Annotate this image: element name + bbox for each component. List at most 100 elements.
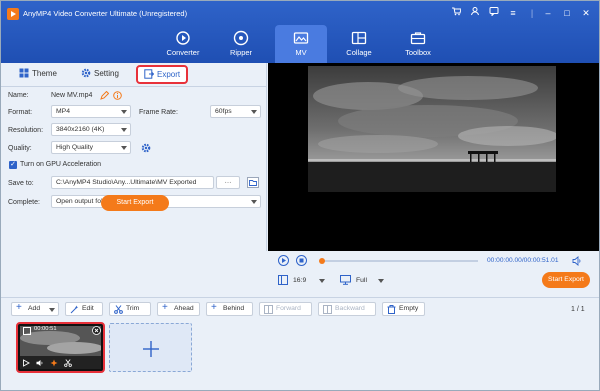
complete-label: Complete: xyxy=(8,199,40,206)
plus-icon: + xyxy=(162,302,168,313)
open-folder-icon[interactable] xyxy=(247,177,259,188)
tab-setting[interactable]: Setting xyxy=(81,68,119,83)
scissors-icon[interactable] xyxy=(64,359,72,367)
user-icon[interactable] xyxy=(468,6,482,20)
view-mode-value[interactable]: Full xyxy=(356,277,367,284)
stop-button[interactable] xyxy=(296,255,307,266)
aspect-ratio-icon xyxy=(278,275,288,285)
save-to-value: C:\AnyMP4 Studio\Any...Ultimate\MV Expor… xyxy=(56,179,197,186)
clip-toolbar: + Add Edit Trim + Ahead + Behind Forward Ba… xyxy=(1,297,599,319)
quality-select[interactable]: High Quality xyxy=(51,141,131,154)
nav-mv[interactable]: MV xyxy=(275,25,327,63)
clip-item[interactable]: 00:00:51 xyxy=(16,322,105,373)
name-value: New MV.mp4 xyxy=(51,92,93,99)
save-to-field[interactable]: C:\AnyMP4 Studio\Any...Ultimate\MV Expor… xyxy=(51,176,214,189)
backward-button[interactable]: Backward xyxy=(318,302,376,316)
gpu-label: Turn on GPU Acceleration xyxy=(20,161,102,168)
monitor-icon xyxy=(340,275,351,285)
volume-icon[interactable] xyxy=(572,256,582,266)
slider-knob[interactable] xyxy=(319,258,325,264)
export-icon xyxy=(144,69,154,79)
maximize-icon[interactable]: □ xyxy=(560,6,574,20)
gpu-checkbox[interactable]: ✓ xyxy=(9,161,17,169)
nav-label: Toolbox xyxy=(405,48,431,57)
nav-label: Converter xyxy=(166,48,200,57)
resolution-label: Resolution: xyxy=(8,127,44,134)
mv-icon xyxy=(293,32,309,44)
tab-export[interactable]: Export xyxy=(136,65,189,84)
nav-converter[interactable]: Converter xyxy=(157,25,209,63)
volume-icon[interactable] xyxy=(36,359,44,367)
play-icon[interactable] xyxy=(22,359,30,367)
add-button[interactable]: + Add xyxy=(11,302,59,316)
nav-ripper[interactable]: Ripper xyxy=(215,25,267,63)
tab-theme[interactable]: Theme xyxy=(19,68,57,83)
effect-icon[interactable] xyxy=(50,359,58,367)
format-label: Format: xyxy=(8,109,33,116)
info-icon[interactable] xyxy=(113,91,122,100)
format-select[interactable]: MP4 xyxy=(51,105,131,118)
name-label: Name: xyxy=(8,92,29,99)
remove-clip-icon[interactable] xyxy=(92,326,101,335)
tab-label: Theme xyxy=(32,69,57,78)
clip-thumbnail xyxy=(20,326,101,369)
tab-label: Export xyxy=(157,70,181,79)
forward-label: Forward xyxy=(276,305,301,312)
close-icon[interactable]: ✕ xyxy=(579,6,593,20)
forward-button[interactable]: Forward xyxy=(259,302,312,316)
scissors-icon xyxy=(114,305,123,314)
quality-label: Quality: xyxy=(8,145,32,152)
settings-panel: Theme Setting Export Name: New MV.mp4 Fo… xyxy=(1,63,267,251)
ahead-button[interactable]: + Ahead xyxy=(157,302,200,316)
chevron-down-icon[interactable] xyxy=(319,279,325,283)
plus-icon: + xyxy=(211,302,217,313)
stop-icon xyxy=(299,258,304,263)
aspect-value[interactable]: 16:9 xyxy=(293,277,306,284)
frame-rate-value: 60fps xyxy=(215,108,232,115)
chevron-down-icon xyxy=(121,128,127,132)
chevron-down-icon xyxy=(121,146,127,150)
quality-settings-icon[interactable] xyxy=(141,143,151,153)
window-title: AnyMP4 Video Converter Ultimate (Unregis… xyxy=(23,9,188,18)
empty-label: Empty xyxy=(399,305,419,312)
edit-label: Edit xyxy=(82,305,94,312)
start-export-button[interactable]: Start Export xyxy=(101,195,169,211)
resolution-select[interactable]: 3840x2160 (4K) xyxy=(51,123,131,136)
menu-icon[interactable]: ≡ xyxy=(506,6,520,20)
backward-icon xyxy=(323,305,332,314)
trim-label: Trim xyxy=(126,305,140,312)
chevron-down-icon[interactable] xyxy=(378,279,384,283)
top-bar: AnyMP4 Video Converter Ultimate (Unregis… xyxy=(1,1,599,63)
save-to-label: Save to: xyxy=(8,180,34,187)
start-export-button-preview[interactable]: Start Export xyxy=(542,272,590,288)
nav-toolbox[interactable]: Toolbox xyxy=(392,25,444,63)
preview-image xyxy=(308,66,556,192)
play-button[interactable] xyxy=(278,255,289,266)
ripper-icon xyxy=(233,30,249,46)
separator-icon: | xyxy=(530,8,534,18)
minimize-icon[interactable]: – xyxy=(541,6,555,20)
feedback-icon[interactable] xyxy=(487,6,501,20)
time-display: 00:00:00.00/00:00:51.01 xyxy=(487,257,559,264)
empty-button[interactable]: Empty xyxy=(382,302,425,316)
edit-name-icon[interactable] xyxy=(100,91,109,100)
behind-button[interactable]: + Behind xyxy=(206,302,253,316)
edit-button[interactable]: Edit xyxy=(65,302,103,316)
clip-duration: 00:00:51 xyxy=(34,326,57,332)
add-clip-placeholder[interactable] xyxy=(109,323,192,372)
nav-collage[interactable]: Collage xyxy=(333,25,385,63)
progress-slider[interactable] xyxy=(319,258,478,264)
converter-icon xyxy=(176,31,190,45)
trim-button[interactable]: Trim xyxy=(109,302,151,316)
browse-button[interactable]: ··· xyxy=(216,176,240,189)
frame-rate-label: Frame Rate: xyxy=(139,109,178,116)
nav-label: Ripper xyxy=(229,48,253,57)
nav-label: Collage xyxy=(346,48,372,57)
player-controls: 00:00:00.00/00:00:51.01 16:9 Full Start … xyxy=(268,251,599,291)
clip-strip: 00:00:51 xyxy=(1,319,599,390)
frame-rate-select[interactable]: 60fps xyxy=(210,105,261,118)
chevron-down-icon xyxy=(121,110,127,114)
cart-icon[interactable] xyxy=(449,6,463,20)
add-label: Add xyxy=(28,305,41,312)
chevron-down-icon xyxy=(251,110,257,114)
